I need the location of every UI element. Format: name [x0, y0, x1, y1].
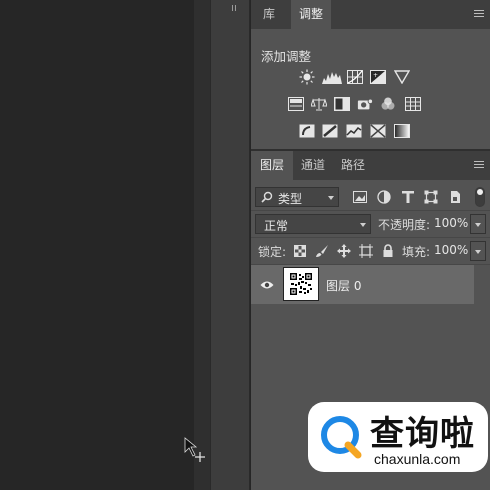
opacity-label: 不透明度: — [378, 218, 431, 232]
adjustment-filter-icon[interactable] — [376, 190, 392, 204]
color-lookup-icon[interactable] — [405, 97, 421, 111]
hue-saturation-icon[interactable] — [288, 97, 304, 111]
fill-value: 100% — [434, 243, 469, 257]
panel-menu-icon[interactable] — [474, 10, 484, 18]
tab-paths[interactable]: 路径 — [333, 151, 373, 180]
threshold-icon[interactable] — [346, 124, 362, 138]
filter-kind-select[interactable]: 类型 — [255, 187, 339, 207]
mouse-cursor-move-icon — [184, 437, 205, 462]
adjustments-tab-bar: 库 调整 — [251, 0, 490, 29]
search-icon — [261, 191, 273, 203]
filter-toggle[interactable] — [475, 187, 485, 207]
lock-all-icon[interactable] — [380, 244, 396, 258]
shape-filter-icon[interactable] — [423, 190, 439, 204]
lock-label: 锁定: — [258, 245, 287, 259]
selective-color-icon[interactable] — [370, 124, 386, 138]
posterize-icon[interactable] — [322, 124, 338, 138]
lock-position-move-icon[interactable] — [336, 244, 352, 258]
chevron-down-icon — [475, 223, 481, 227]
pixel-filter-icon[interactable] — [352, 190, 368, 204]
search-logo-icon — [321, 416, 362, 459]
tab-adjustments[interactable]: 调整 — [291, 0, 331, 29]
fill-label: 填充: — [402, 245, 431, 259]
toggle-knob — [477, 189, 483, 195]
blend-mode-value: 正常 — [264, 219, 289, 233]
chevron-down-icon — [360, 223, 366, 227]
watermark-domain: chaxunla.com — [374, 451, 461, 467]
color-balance-icon[interactable] — [311, 97, 327, 111]
divider — [251, 237, 490, 238]
curves-icon[interactable] — [347, 70, 363, 84]
black-white-icon[interactable] — [334, 97, 350, 111]
tab-channels[interactable]: 通道 — [293, 151, 333, 180]
chevron-down-icon — [475, 250, 481, 254]
type-filter-icon[interactable] — [400, 190, 416, 204]
invert-icon[interactable] — [299, 124, 315, 138]
photo-filter-icon[interactable] — [357, 97, 373, 111]
opacity-dropdown[interactable] — [470, 214, 486, 234]
collapsed-panel-strip — [210, 0, 250, 490]
qr-code-icon — [290, 273, 312, 295]
watermark-logo: 查询啦 chaxunla.com — [308, 402, 488, 472]
brightness-contrast-icon[interactable] — [299, 69, 315, 85]
opacity-value: 100% — [434, 216, 469, 230]
opacity-field[interactable]: 100% — [433, 214, 469, 234]
document-canvas[interactable] — [0, 0, 194, 490]
lock-transparent-icon[interactable] — [292, 244, 308, 258]
fill-field[interactable]: 100% — [433, 241, 469, 261]
divider — [251, 210, 490, 211]
channel-mixer-icon[interactable] — [380, 97, 396, 111]
lock-image-brush-icon[interactable] — [314, 244, 330, 258]
layers-tab-bar: 图层 通道 路径 — [251, 151, 490, 180]
fill-dropdown[interactable] — [470, 241, 486, 261]
levels-icon[interactable] — [322, 70, 342, 84]
smart-object-filter-icon[interactable] — [447, 190, 463, 204]
gradient-map-icon[interactable] — [394, 124, 410, 138]
canvas-scroll-gutter — [194, 0, 210, 490]
layer-name[interactable]: 图层 0 — [326, 277, 361, 294]
tab-layers[interactable]: 图层 — [251, 151, 293, 180]
eye-icon[interactable] — [259, 278, 275, 292]
panel-grip[interactable] — [232, 0, 238, 11]
layer-thumbnail — [283, 267, 319, 301]
watermark-brand: 查询啦 — [370, 414, 475, 454]
exposure-icon[interactable]: + — [370, 70, 386, 84]
blend-mode-select[interactable]: 正常 — [255, 214, 371, 234]
filter-kind-value: 类型 — [278, 192, 303, 206]
lock-artboard-icon[interactable] — [358, 244, 374, 258]
tab-library[interactable]: 库 — [251, 0, 287, 29]
chevron-down-icon — [328, 196, 334, 200]
svg-text:+: + — [373, 72, 378, 79]
vibrance-icon[interactable] — [394, 70, 410, 84]
add-adjustment-label: 添加调整 — [261, 49, 312, 64]
panel-menu-icon[interactable] — [474, 161, 484, 169]
